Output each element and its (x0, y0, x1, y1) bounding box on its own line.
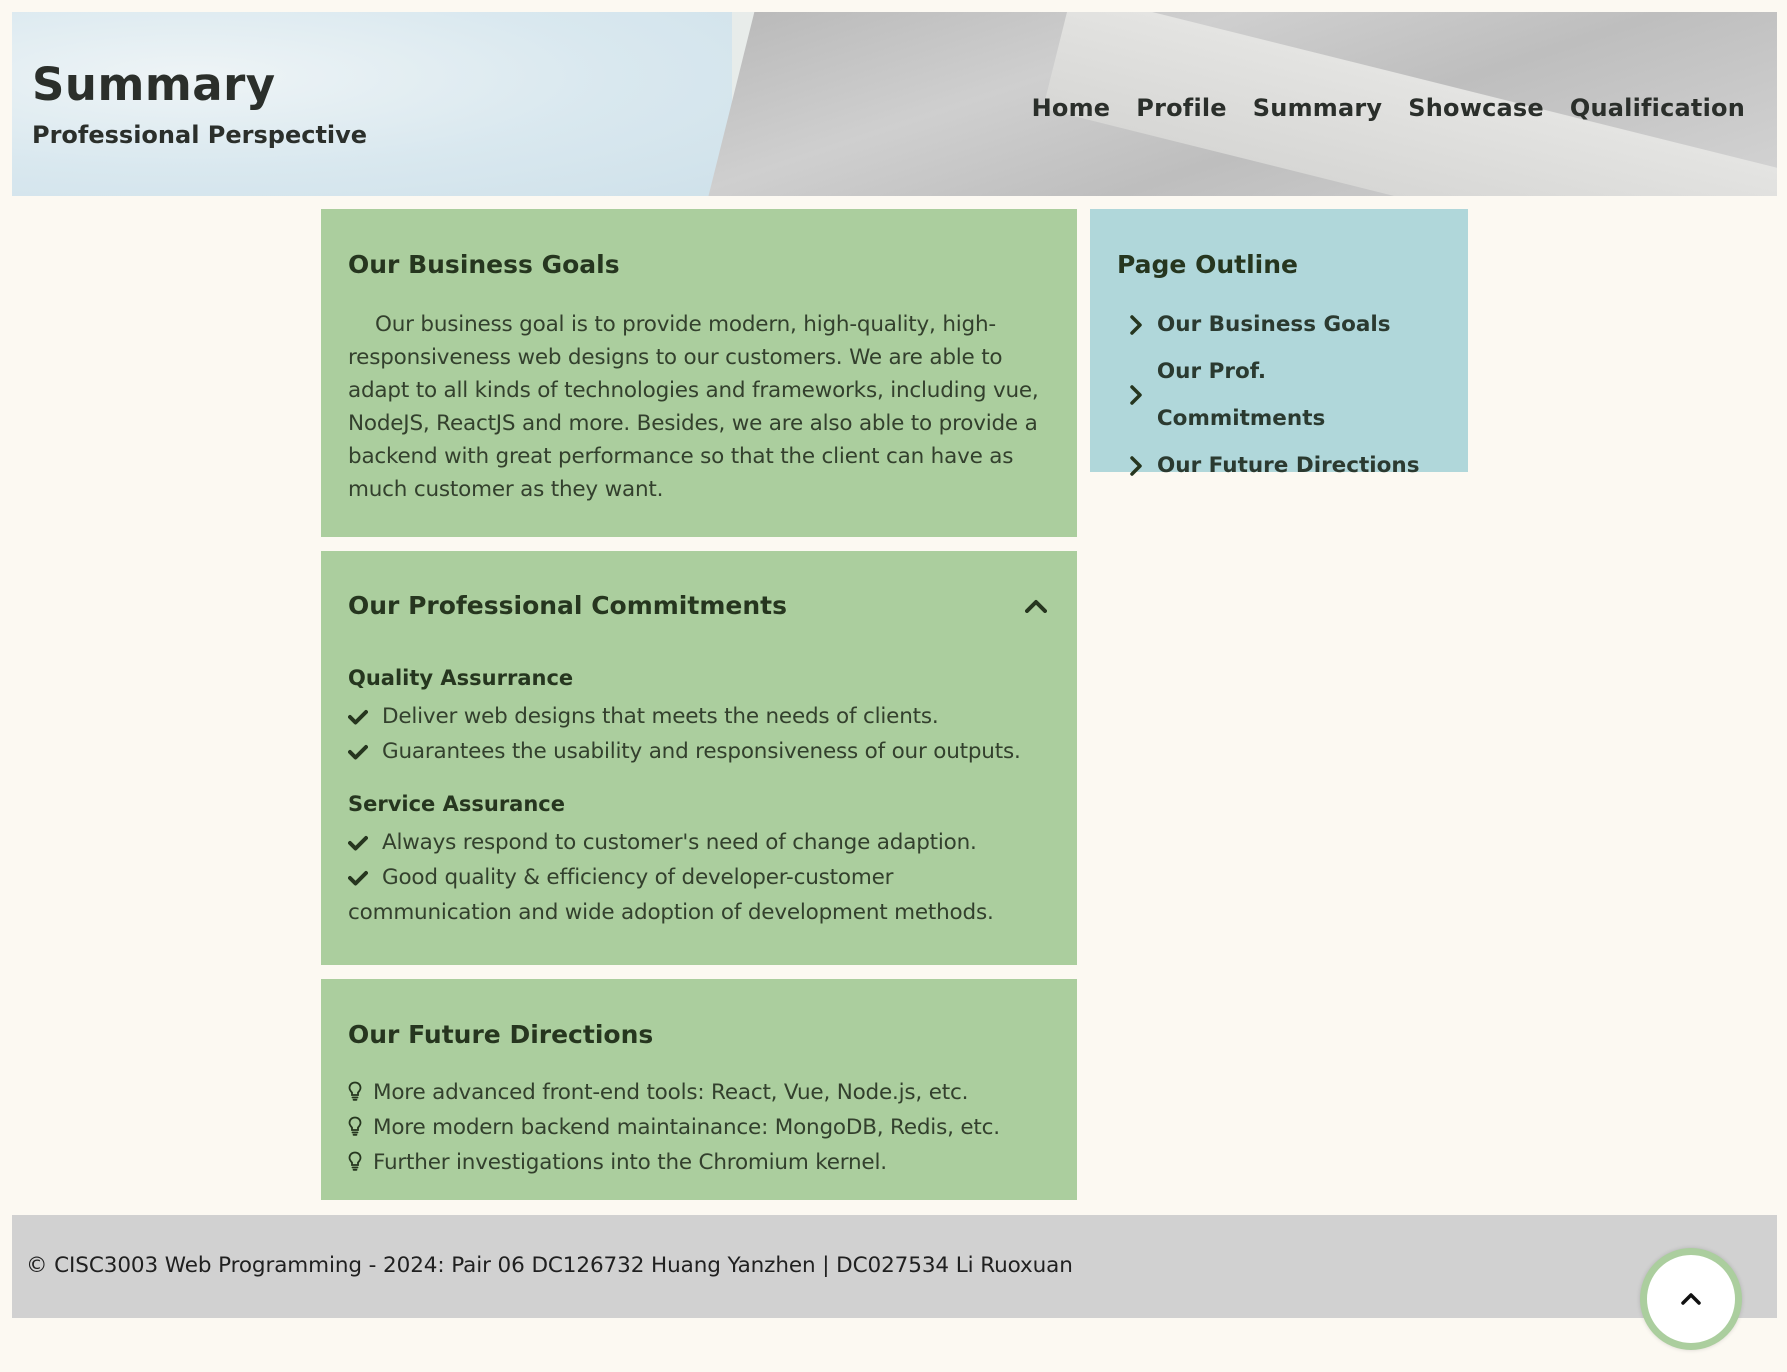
footer-copyright: © CISC3003 Web Programming - 2024: Pair … (26, 1253, 1073, 1278)
service-assurance-list: Always respond to customer's need of cha… (348, 826, 1050, 929)
chevron-right-icon (1129, 455, 1157, 476)
list-item: Always respond to customer's need of cha… (348, 826, 1050, 861)
page-outline-panel: Page Outline Our Business Goals Our Prof… (1090, 209, 1468, 478)
commitments-heading: Our Professional Commitments (348, 591, 787, 620)
lightbulb-icon (348, 1078, 373, 1111)
future-directions-heading: Our Future Directions (348, 1020, 654, 1049)
commitments-header-row: Our Professional Commitments (348, 591, 1050, 620)
list-item: Deliver web designs that meets the needs… (348, 700, 1050, 735)
check-icon (348, 863, 382, 896)
list-item-text: Further investigations into the Chromium… (373, 1150, 887, 1175)
check-icon (348, 702, 382, 735)
page-footer: © CISC3003 Web Programming - 2024: Pair … (12, 1215, 1777, 1318)
lightbulb-icon (348, 1148, 373, 1181)
page-subtitle: Professional Perspective (32, 121, 368, 149)
outline-link-label: Our Future Directions (1157, 453, 1420, 478)
nav-link-summary[interactable]: Summary (1253, 94, 1382, 122)
list-item-text: Always respond to customer's need of cha… (382, 830, 977, 855)
list-item: More modern backend maintainance: MongoD… (348, 1111, 1050, 1146)
nav-link-home[interactable]: Home (1032, 94, 1111, 122)
list-item-text: More modern backend maintainance: MongoD… (373, 1115, 1000, 1140)
quality-assurance-list: Deliver web designs that meets the needs… (348, 700, 1050, 770)
lightbulb-icon (348, 1113, 373, 1146)
service-assurance-heading: Service Assurance (348, 792, 565, 816)
outline-link-label: Our Business Goals (1157, 312, 1391, 337)
list-item: More advanced front-end tools: React, Vu… (348, 1076, 1050, 1111)
outline-link-future-directions[interactable]: Our Future Directions (1129, 442, 1441, 489)
chevron-up-icon (1680, 1290, 1702, 1309)
outline-link-label: Our Prof. Commitments (1156, 359, 1326, 431)
business-goals-heading: Our Business Goals (348, 250, 620, 279)
quality-assurance-heading: Quality Assurrance (348, 666, 574, 690)
chevron-right-icon (1129, 314, 1157, 335)
future-directions-list: More advanced front-end tools: React, Vu… (348, 1076, 1050, 1181)
list-item: Good quality & efficiency of developer-c… (348, 861, 1050, 929)
page-header: Summary Professional Perspective Home Pr… (12, 12, 1777, 196)
list-item-text: More advanced front-end tools: React, Vu… (373, 1080, 969, 1105)
business-goals-text: Our business goal is to provide modern, … (348, 312, 1039, 502)
list-item: Guarantees the usability and responsiven… (348, 735, 1050, 770)
main-nav: Home Profile Summary Showcase Qualificat… (1032, 94, 1745, 122)
outline-link-business-goals[interactable]: Our Business Goals (1129, 301, 1441, 348)
nav-link-profile[interactable]: Profile (1136, 94, 1227, 122)
check-icon (348, 828, 382, 861)
professional-commitments-card: Our Professional Commitments Quality Ass… (321, 551, 1077, 965)
page-title: Summary (32, 58, 276, 111)
nav-link-showcase[interactable]: Showcase (1408, 94, 1544, 122)
future-directions-card: Our Future Directions More advanced fron… (321, 979, 1077, 1200)
list-item-text: Guarantees the usability and responsiven… (382, 739, 1021, 764)
chevron-right-icon (1129, 385, 1157, 405)
chevron-up-icon[interactable] (1022, 592, 1050, 620)
check-icon (348, 737, 382, 770)
nav-link-qualification[interactable]: Qualification (1570, 94, 1745, 122)
back-to-top-button[interactable] (1640, 1248, 1742, 1350)
page-outline-list: Our Business Goals Our Prof. Commitments… (1129, 301, 1441, 489)
list-item-text: Good quality & efficiency of developer-c… (348, 865, 994, 925)
list-item-text: Deliver web designs that meets the needs… (382, 704, 939, 729)
outline-link-commitments[interactable]: Our Prof. Commitments (1129, 348, 1441, 442)
business-goals-card: Our Business Goals Our business goal is … (321, 209, 1077, 537)
list-item: Further investigations into the Chromium… (348, 1146, 1050, 1181)
page-outline-heading: Page Outline (1117, 250, 1298, 279)
